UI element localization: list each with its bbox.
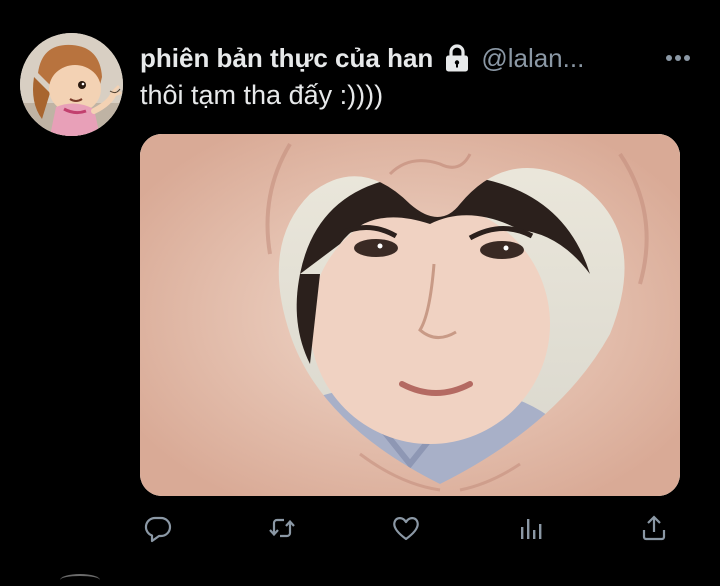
lock-icon (443, 43, 471, 73)
analytics-button[interactable] (510, 508, 550, 548)
like-button[interactable] (386, 508, 426, 548)
tweet-photo[interactable] (140, 134, 680, 496)
tweet-header: phiên bản thực của han @lalan... (140, 38, 696, 78)
heart-icon (393, 517, 419, 541)
photo-icon (140, 134, 680, 496)
ellipsis-icon[interactable] (660, 40, 696, 76)
tweet-actions (138, 508, 678, 548)
speech-bubble-icon (144, 516, 172, 543)
next-tweet-avatar-edge (60, 574, 100, 586)
tweet: phiên bản thực của han @lalan... thôi tạ… (0, 0, 720, 579)
share-icon (642, 515, 666, 541)
retweet-icon (269, 518, 295, 538)
author-handle[interactable]: @lalan... (481, 43, 584, 74)
author-avatar[interactable] (20, 33, 123, 136)
share-button[interactable] (634, 508, 674, 548)
reply-button[interactable] (138, 508, 178, 548)
retweet-button[interactable] (262, 508, 302, 548)
tweet-text: thôi tạm tha đấy :)))) (140, 80, 384, 110)
cartoon-avatar-icon (20, 33, 123, 136)
bar-chart-icon (521, 519, 542, 539)
author-display-name[interactable]: phiên bản thực của han (140, 43, 433, 74)
